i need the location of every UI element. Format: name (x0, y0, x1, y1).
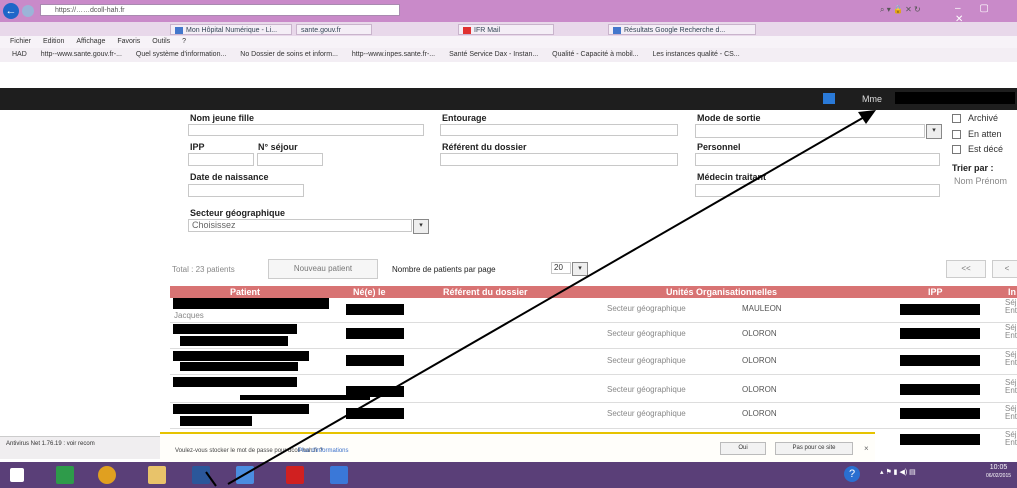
annotation-arrow (205, 110, 876, 487)
